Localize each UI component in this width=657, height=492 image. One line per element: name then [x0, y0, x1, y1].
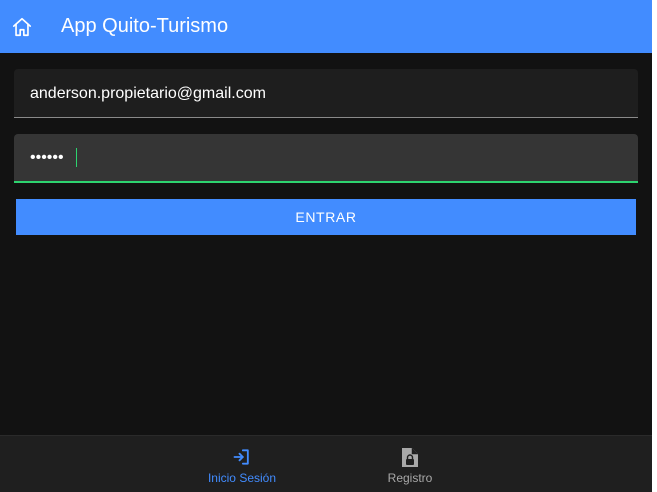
home-icon — [12, 17, 32, 36]
tab-login[interactable]: Inicio Sesión — [182, 436, 302, 492]
tab-login-label: Inicio Sesión — [207, 471, 277, 485]
page-title: App Quito-Turismo — [61, 15, 229, 37]
password-input[interactable] — [14, 134, 638, 181]
home-button[interactable] — [0, 0, 44, 53]
window-edge — [652, 0, 657, 492]
text-cursor — [76, 148, 77, 167]
document-lock-icon — [402, 447, 418, 467]
login-icon — [233, 449, 249, 465]
tab-register[interactable]: Registro — [350, 436, 470, 492]
password-field[interactable] — [14, 134, 638, 183]
app-root: App Quito-Turismo ENTRAR Inicio Sesión — [0, 0, 657, 492]
bottom-tab-bar: Inicio Sesión Registro — [0, 435, 652, 492]
email-input[interactable] — [14, 69, 638, 117]
login-content: ENTRAR — [0, 53, 652, 435]
enter-button[interactable]: ENTRAR — [16, 199, 636, 235]
email-field[interactable] — [14, 69, 638, 118]
tab-register-label: Registro — [387, 471, 433, 485]
header-toolbar: App Quito-Turismo — [0, 0, 652, 53]
